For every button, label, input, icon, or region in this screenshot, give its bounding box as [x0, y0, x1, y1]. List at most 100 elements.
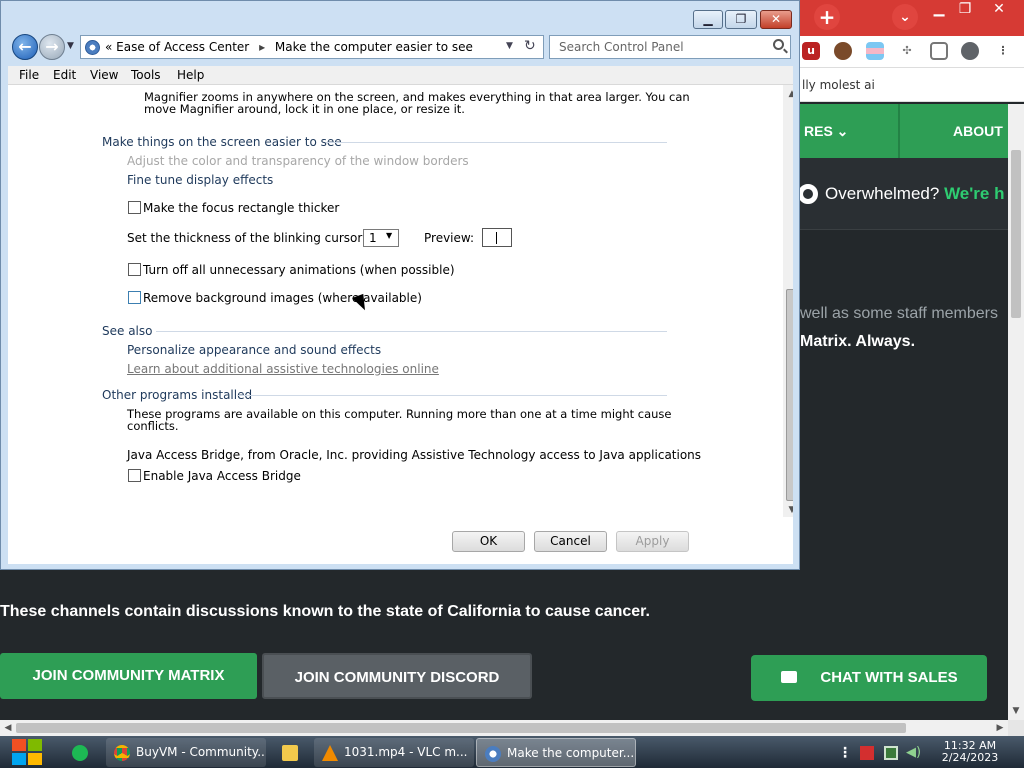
horizontal-scroll-thumb[interactable] [16, 723, 906, 733]
taskbar-spotify[interactable] [64, 738, 104, 767]
menu-file[interactable]: File [19, 68, 39, 82]
link-fine-tune-display[interactable]: Fine tune display effects [127, 173, 273, 187]
background-images-checkbox[interactable] [128, 291, 141, 304]
vlc-cone-icon [322, 745, 338, 761]
refresh-icon[interactable]: ↻ [524, 38, 536, 54]
side-panel-icon[interactable] [930, 42, 948, 60]
breadcrumb-current-page[interactable]: Make the computer easier to see [275, 40, 473, 54]
profile-icon[interactable] [961, 42, 979, 60]
browser-close-icon[interactable]: ✕ [984, 0, 1014, 18]
scroll-right-arrow-icon[interactable]: ▶ [992, 721, 1008, 735]
taskbar-explorer[interactable] [270, 738, 310, 767]
background-images-label[interactable]: Remove background images (where availabl… [143, 291, 422, 305]
cursor-thickness-value: 1 [369, 231, 377, 245]
new-tab-plus-icon[interactable]: + [814, 4, 840, 30]
menu-tools[interactable]: Tools [131, 68, 161, 82]
tray-volume-icon[interactable]: ◀) [906, 746, 921, 760]
scroll-down-arrow-icon[interactable]: ▼ [1008, 704, 1024, 718]
animations-checkbox[interactable] [128, 263, 141, 276]
link-window-border-transparency[interactable]: Adjust the color and transparency of the… [127, 154, 469, 168]
cancel-button[interactable]: Cancel [534, 531, 607, 552]
cursor-thickness-select[interactable]: 1 ▼ [363, 229, 399, 247]
address-dropdown-icon[interactable]: ▼ [506, 41, 513, 51]
recent-pages-chevron-icon[interactable]: ▼ [67, 41, 74, 51]
taskbar-vlc[interactable]: 1031.mp4 - VLC m... [314, 738, 474, 767]
content-scroll-down-icon[interactable]: ▼ [784, 503, 793, 517]
breadcrumb-separator[interactable]: ▸ [253, 40, 271, 54]
chat-bubble-icon [781, 671, 797, 683]
page-scroll-thumb[interactable] [1011, 150, 1021, 318]
browser-restore-icon[interactable]: ❐ [950, 0, 980, 18]
tab-search-chevron-icon[interactable]: ⌄ [892, 4, 918, 30]
java-bridge-label[interactable]: Enable Java Access Bridge [143, 469, 301, 483]
focus-rectangle-checkbox[interactable] [128, 201, 141, 214]
java-bridge-checkbox[interactable] [128, 469, 141, 482]
join-matrix-button[interactable]: JOIN COMMUNITY MATRIX [0, 653, 257, 699]
section-title-see-also: See also [102, 324, 153, 338]
folder-icon [282, 745, 298, 761]
other-programs-desc-line1: These programs are available on this com… [127, 407, 672, 421]
close-button[interactable]: ✕ [760, 10, 792, 29]
taskbar-control-panel[interactable]: Make the computer... [476, 738, 636, 767]
spotify-icon [72, 745, 88, 761]
nav-divider [898, 104, 900, 158]
section-title-other-programs: Other programs installed [102, 388, 253, 402]
chevron-down-icon: ▼ [386, 231, 393, 240]
chrome-icon [114, 745, 130, 761]
search-input[interactable] [550, 36, 762, 58]
matrix-text: Matrix. Always. [800, 333, 916, 350]
flag-extension-icon[interactable] [866, 42, 884, 60]
address-bar[interactable]: « Ease of Access Center ▸ Make the compu… [80, 35, 544, 59]
start-button[interactable] [4, 737, 44, 767]
apply-button: Apply [616, 531, 689, 552]
text-cursor-preview [496, 232, 497, 244]
nav-item-resources[interactable]: RES ⌄ [804, 123, 848, 140]
preview-label: Preview: [424, 231, 475, 245]
tray-network-icon[interactable] [884, 746, 898, 760]
avatar-extension-icon[interactable] [834, 42, 852, 60]
control-panel-window: ▁ ❐ ✕ ← → ▼ « Ease of Access Center ▸ Ma… [0, 0, 800, 570]
tray-flag-icon[interactable] [860, 746, 874, 760]
menu-view[interactable]: View [90, 68, 118, 82]
animations-label[interactable]: Turn off all unnecessary animations (whe… [143, 263, 455, 277]
scroll-left-arrow-icon[interactable]: ◀ [0, 721, 16, 735]
taskbar-control-panel-label: Make the computer... [507, 746, 635, 760]
breadcrumb-overflow[interactable]: « [105, 40, 112, 54]
back-arrow-icon[interactable]: ← [12, 34, 38, 60]
content-pane: Magnifier zooms in anywhere on the scree… [8, 85, 793, 564]
cursor-preview-box [482, 228, 512, 247]
forward-arrow-icon[interactable]: → [39, 34, 65, 60]
taskbar-vlc-label: 1031.mp4 - VLC m... [344, 745, 468, 759]
scrollbar-corner [1008, 720, 1024, 736]
ok-button[interactable]: OK [452, 531, 525, 552]
menu-help[interactable]: Help [177, 68, 204, 82]
lifebuoy-icon [798, 184, 818, 204]
content-scroll-up-icon[interactable]: ▲ [784, 87, 793, 101]
nav-item-about[interactable]: ABOUT [953, 123, 1003, 139]
bookmark-item[interactable]: lly molest ai [802, 78, 875, 92]
control-panel-icon [485, 746, 501, 762]
windows-logo-icon-part [12, 753, 26, 765]
breadcrumb-ease-of-access[interactable]: Ease of Access Center [116, 40, 249, 54]
menu-edit[interactable]: Edit [53, 68, 76, 82]
taskbar-chrome[interactable]: BuyVM - Community... [106, 738, 266, 767]
staff-text: well as some staff members [800, 305, 998, 322]
content-scroll-thumb[interactable] [786, 289, 793, 501]
windows-logo-icon-part [28, 753, 42, 765]
banner-highlight[interactable]: We're h [944, 184, 1004, 203]
link-assistive-tech-online[interactable]: Learn about additional assistive technol… [127, 362, 439, 376]
section-divider [238, 395, 667, 396]
join-discord-button[interactable]: JOIN COMMUNITY DISCORD [262, 653, 532, 699]
search-icon[interactable] [773, 39, 784, 50]
ublock-extension-icon[interactable]: u [802, 42, 820, 60]
link-personalize[interactable]: Personalize appearance and sound effects [127, 343, 381, 357]
extensions-puzzle-icon[interactable]: ✣ [898, 42, 916, 60]
tray-clock[interactable]: 11:32 AM 2/24/2023 [935, 740, 1005, 764]
chrome-menu-icon[interactable]: ⋮ [994, 42, 1012, 60]
section-divider [326, 142, 667, 143]
focus-rectangle-label[interactable]: Make the focus rectangle thicker [143, 201, 339, 215]
maximize-button[interactable]: ❐ [725, 10, 757, 29]
minimize-button[interactable]: ▁ [693, 10, 723, 29]
tray-overflow-icon[interactable]: ⋮ [838, 746, 852, 760]
banner-text: Overwhelmed? We're h [825, 184, 1005, 203]
